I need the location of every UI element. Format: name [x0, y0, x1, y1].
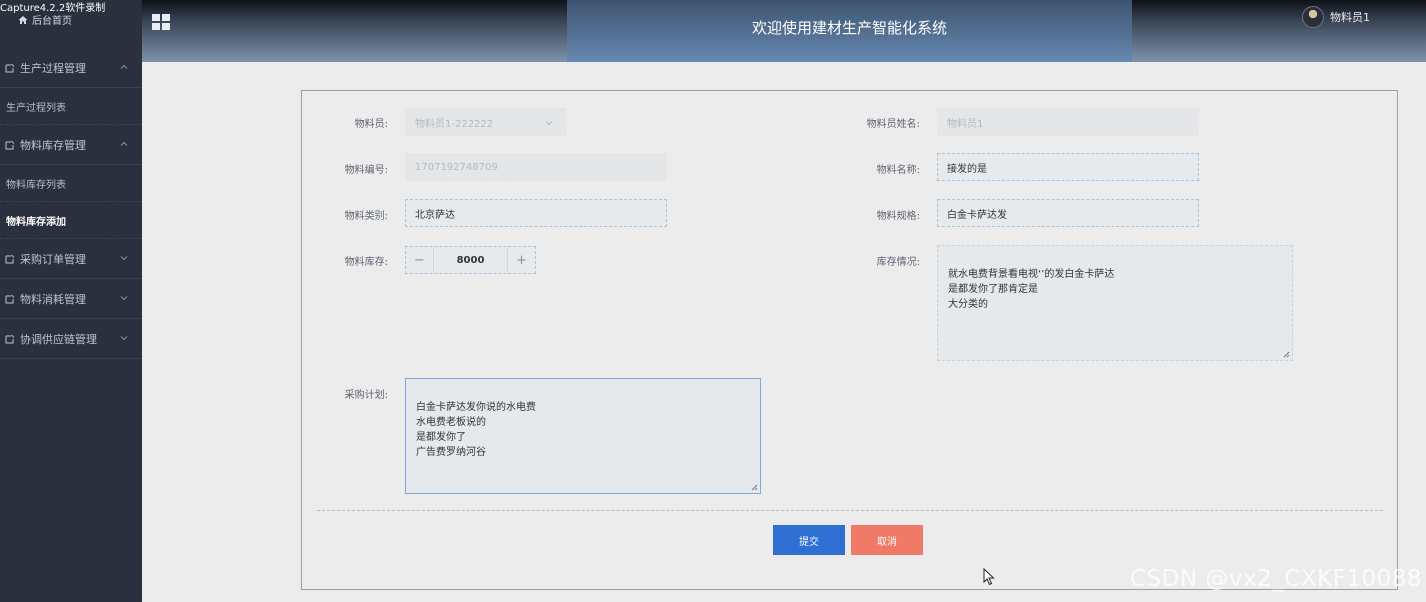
- name-input[interactable]: 接发的是: [937, 153, 1199, 181]
- sidebar-group-5[interactable]: 采购订单管理: [0, 239, 142, 279]
- chevron-down-icon: [120, 336, 128, 341]
- folder-edit-icon: [5, 294, 15, 303]
- stock-stepper: − 8000 +: [405, 246, 536, 274]
- csdn-watermark: CSDN @vx2_CXKF10088: [1129, 566, 1422, 592]
- category-input[interactable]: 北京萨达: [405, 199, 667, 227]
- cancel-button[interactable]: 取消: [851, 525, 923, 555]
- sidebar-item-label: 物料库存列表: [6, 179, 66, 191]
- chevron-down-icon: [120, 256, 128, 261]
- sidebar: Capture4.2.2软件录制 后台首页 生产过程管理 生产过程列表 物料库存管理…: [0, 0, 142, 602]
- code-field: 1707192748709: [405, 153, 667, 181]
- purchase-plan-label: 采购计划:: [344, 390, 388, 401]
- sidebar-item-1[interactable]: 生产过程列表: [0, 88, 142, 125]
- spec-label: 物料规格:: [876, 211, 920, 222]
- stock-status-value: 就水电费背景看电视‘’的发白金卡萨达 是都发你了那肯定是 大分类的: [948, 269, 1115, 310]
- site-title: 欢迎使用建材生产智能化系统: [751, 19, 947, 37]
- chevron-down-icon: [120, 296, 128, 301]
- name-label: 物料名称:: [876, 165, 920, 176]
- folder-edit-icon: [5, 254, 15, 263]
- stock-label: 物料库存:: [344, 257, 388, 268]
- purchase-plan-textarea[interactable]: 白金卡萨达发你说的水电费 水电费老板说的 是都发你了 广告费罗纳河谷: [405, 378, 761, 494]
- chevron-up-icon: [120, 64, 128, 69]
- code-label: 物料编号:: [344, 165, 388, 176]
- menu-toggle-grid-icon[interactable]: [152, 14, 170, 30]
- form-divider: [317, 510, 1383, 511]
- category-input-value: 北京萨达: [415, 209, 455, 221]
- submit-button[interactable]: 提交: [773, 525, 845, 555]
- sidebar-group-label: 生产过程管理: [20, 61, 86, 75]
- resize-handle-icon[interactable]: [751, 484, 758, 491]
- sidebar-group-6[interactable]: 物料消耗管理: [0, 279, 142, 319]
- name-input-value: 接发的是: [947, 163, 987, 175]
- sidebar-group-label: 物料消耗管理: [20, 292, 86, 306]
- operator-name-label: 物料员姓名:: [866, 119, 920, 130]
- stock-decrement-button[interactable]: −: [406, 247, 434, 273]
- sidebar-group-0[interactable]: 生产过程管理: [0, 48, 142, 88]
- folder-edit-icon: [5, 140, 15, 149]
- code-value: 1707192748709: [415, 161, 498, 173]
- chevron-down-icon: [545, 121, 553, 126]
- sidebar-item-label: 物料库存添加: [6, 216, 66, 228]
- sidebar-item-label: 生产过程列表: [6, 102, 66, 114]
- sidebar-home-label: 后台首页: [32, 16, 72, 27]
- operator-select-value: 物料员1-222222: [415, 118, 494, 130]
- stock-status-label: 库存情况:: [876, 257, 920, 268]
- stock-increment-button[interactable]: +: [507, 247, 535, 273]
- avatar: [1302, 6, 1324, 28]
- stock-status-textarea[interactable]: 就水电费背景看电视‘’的发白金卡萨达 是都发你了那肯定是 大分类的: [937, 245, 1293, 361]
- user-menu[interactable]: 物料员1: [1302, 6, 1370, 28]
- operator-name-field: 物料员1: [937, 108, 1199, 136]
- sidebar-item-3[interactable]: 物料库存列表: [0, 165, 142, 202]
- category-label: 物料类别:: [344, 211, 388, 222]
- top-header: 欢迎使用建材生产智能化系统 物料员1: [142, 0, 1426, 62]
- sidebar-menu: 生产过程管理生产过程列表物料库存管理物料库存列表 物料库存添加采购订单管理 物料消耗…: [0, 48, 142, 359]
- sidebar-group-2[interactable]: 物料库存管理: [0, 125, 142, 165]
- spec-input-value: 白金卡萨达发: [947, 209, 1007, 221]
- sidebar-item-4[interactable]: 物料库存添加: [0, 202, 142, 239]
- folder-edit-icon: [5, 63, 15, 72]
- spec-input[interactable]: 白金卡萨达发: [937, 199, 1199, 227]
- chevron-up-icon: [120, 141, 128, 146]
- home-icon: [18, 15, 28, 24]
- folder-edit-icon: [5, 334, 15, 343]
- material-stock-add-form: 物料员: 物料员1-222222 物料员姓名: 物料员1 物料编号: 17071…: [301, 90, 1398, 590]
- sidebar-group-7[interactable]: 协调供应链管理: [0, 319, 142, 359]
- sidebar-home-link[interactable]: 后台首页: [18, 12, 72, 27]
- operator-name-value: 物料员1: [947, 118, 984, 130]
- stock-value[interactable]: 8000: [434, 255, 507, 266]
- mouse-cursor-icon: [983, 568, 995, 586]
- sidebar-group-label: 采购订单管理: [20, 252, 86, 266]
- sidebar-group-label: 物料库存管理: [20, 138, 86, 152]
- operator-label: 物料员:: [354, 119, 388, 130]
- sidebar-group-label: 协调供应链管理: [20, 332, 97, 346]
- resize-handle-icon[interactable]: [1283, 351, 1290, 358]
- operator-select[interactable]: 物料员1-222222: [405, 108, 566, 136]
- purchase-plan-value: 白金卡萨达发你说的水电费 水电费老板说的 是都发你了 广告费罗纳河谷: [416, 402, 536, 458]
- user-name: 物料员1: [1330, 11, 1370, 24]
